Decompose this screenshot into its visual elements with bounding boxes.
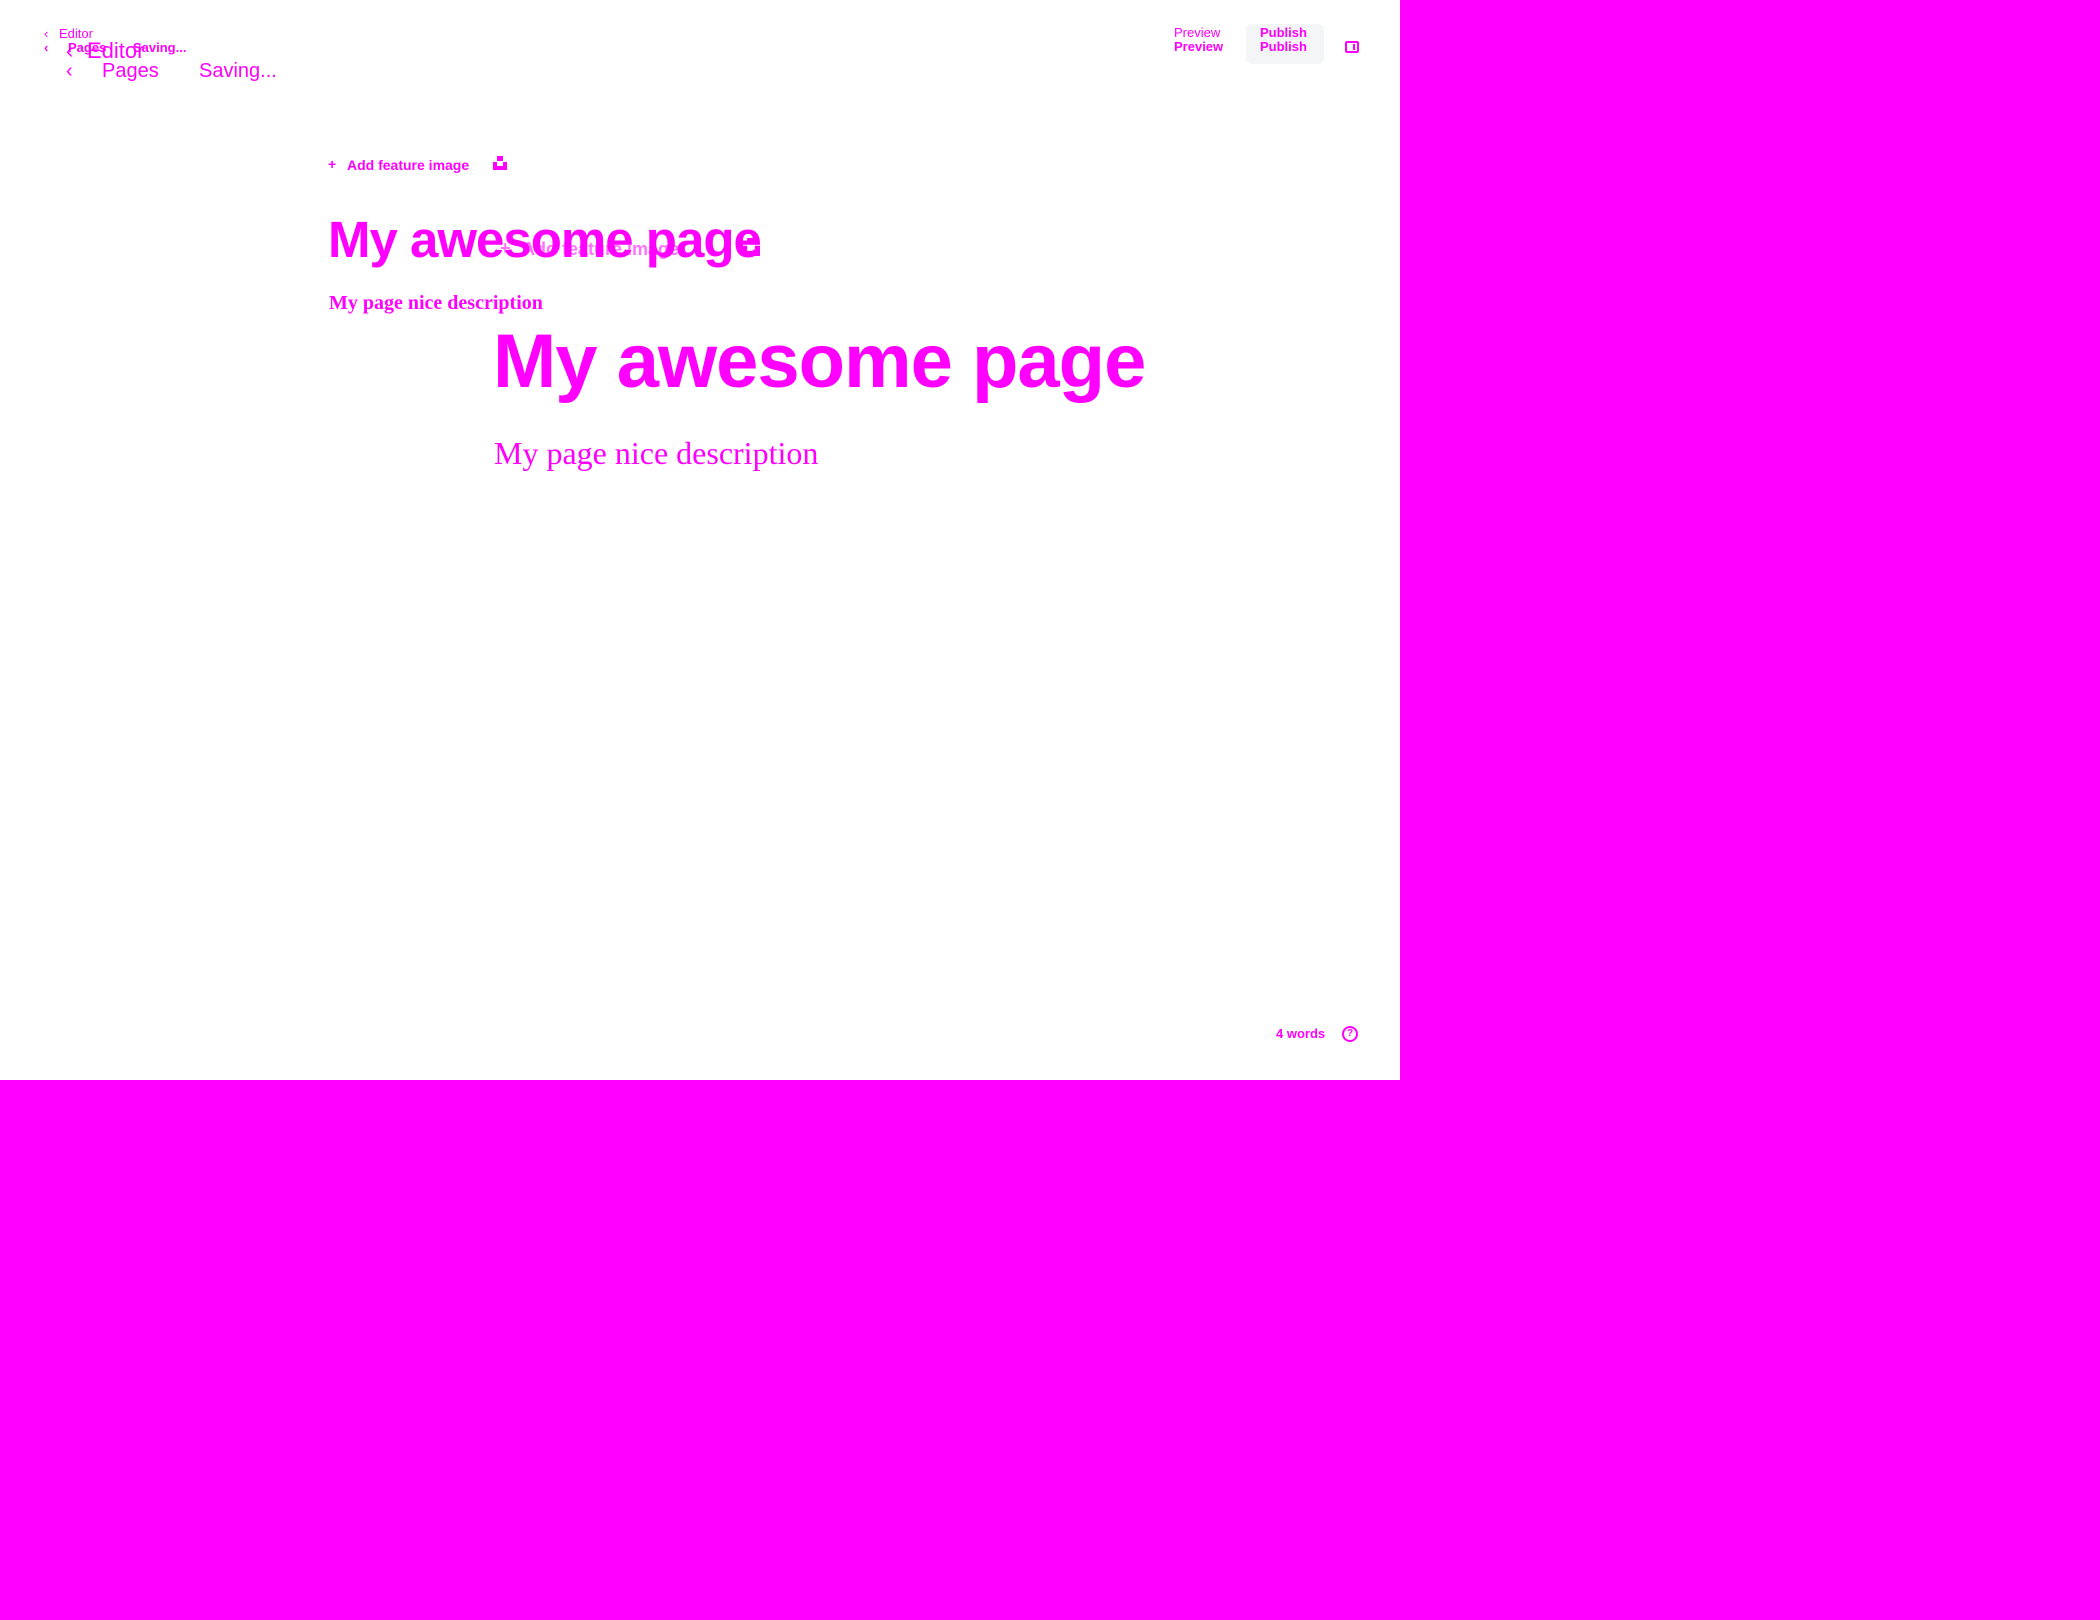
saving-status: Saving...: [199, 60, 277, 82]
page-description-input[interactable]: My page nice description: [494, 435, 818, 472]
help-icon[interactable]: ?: [1342, 1026, 1358, 1042]
plus-icon[interactable]: +: [328, 156, 336, 172]
add-feature-image-button[interactable]: Add feature image: [347, 157, 469, 173]
page-description-ghost: My page nice description: [329, 292, 543, 314]
preview-button[interactable]: Preview: [1174, 25, 1220, 40]
add-feature-image-button[interactable]: Add feature image: [522, 239, 679, 260]
preview-button[interactable]: Preview: [1174, 39, 1223, 54]
back-to-pages-link[interactable]: Pages: [102, 60, 159, 83]
publish-button[interactable]: Publish: [1260, 39, 1307, 54]
word-count: 4 words: [1276, 1026, 1326, 1041]
back-chevron-icon[interactable]: ‹: [44, 40, 48, 55]
page-title-input[interactable]: My awesome page: [493, 318, 1146, 405]
back-chevron-icon[interactable]: ‹: [66, 60, 73, 83]
back-chevron-icon[interactable]: ‹: [44, 26, 48, 41]
plus-icon[interactable]: +: [500, 238, 511, 259]
unsplash-icon[interactable]: [742, 238, 760, 256]
publish-button[interactable]: Publish: [1260, 25, 1307, 40]
unsplash-icon[interactable]: [493, 156, 507, 170]
sidebar-toggle-icon[interactable]: [1345, 41, 1359, 53]
editor-canvas: ‹ Editor ‹ Pages Saving... ‹ Editor ‹ Pa…: [0, 0, 1400, 1080]
